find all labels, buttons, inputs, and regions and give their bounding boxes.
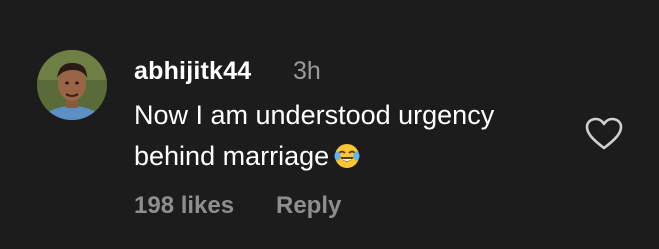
comment-text: Now I am understood urgency behind marri… — [134, 100, 495, 171]
laughing-crying-emoji-icon — [333, 141, 361, 182]
comment-item: abhijitk44 3h Now I am understood urgenc… — [0, 0, 659, 249]
timestamp: 3h — [293, 57, 321, 85]
avatar-photo — [37, 50, 107, 120]
like-button[interactable] — [584, 116, 624, 152]
likes-count[interactable]: 198 likes — [134, 192, 234, 220]
avatar[interactable] — [37, 50, 107, 120]
username[interactable]: abhijitk44 — [134, 57, 251, 86]
comment-body: Now I am understood urgency behind marri… — [134, 95, 574, 182]
reply-button[interactable]: Reply — [276, 192, 341, 220]
heart-outline-icon — [585, 117, 623, 150]
